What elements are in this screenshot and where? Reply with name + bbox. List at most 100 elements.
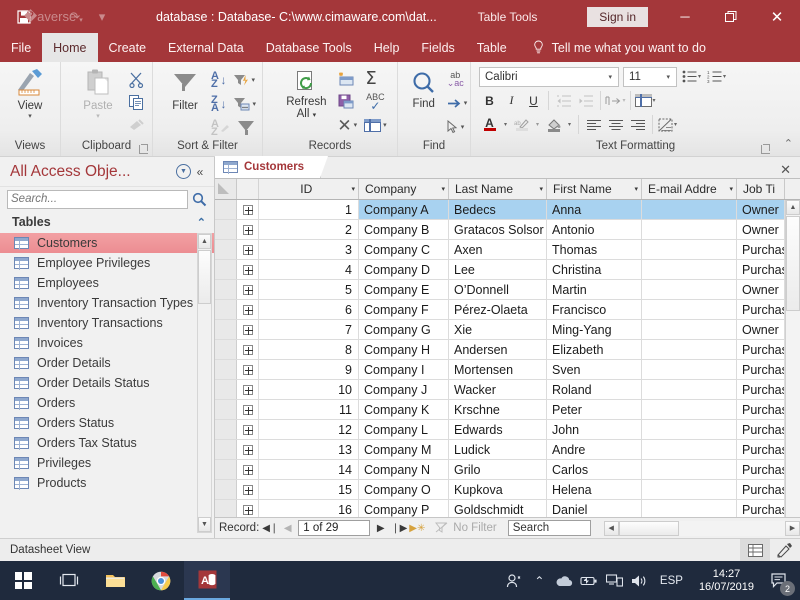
alternate-row-color-button[interactable]: ▾ xyxy=(657,114,678,135)
datasheet-vertical-scrollbar[interactable]: ▲ ▼ xyxy=(785,200,800,538)
tab-help[interactable]: Help xyxy=(363,33,411,62)
save-record-button[interactable] xyxy=(335,91,357,113)
underline-button[interactable]: U xyxy=(523,90,544,111)
cell-id[interactable]: 11 xyxy=(259,400,359,419)
nav-item-orders[interactable]: Orders xyxy=(0,393,214,413)
file-explorer-icon[interactable] xyxy=(92,561,138,600)
cell-email[interactable] xyxy=(642,320,737,339)
clipboard-dialog-launcher[interactable] xyxy=(139,144,148,154)
cell-last[interactable]: Kupkova xyxy=(449,480,547,499)
row-selector[interactable] xyxy=(215,420,237,439)
cell-company[interactable]: Company I xyxy=(359,360,449,379)
sort-descending-button[interactable]: Z A ↓ xyxy=(209,93,228,115)
cell-last[interactable]: Pérez-Olaeta xyxy=(449,300,547,319)
cell-job[interactable]: Purchas xyxy=(737,420,785,439)
cell-last[interactable]: Mortensen xyxy=(449,360,547,379)
row-selector[interactable] xyxy=(215,300,237,319)
expand-subdatasheet-button[interactable] xyxy=(237,420,259,439)
cell-first[interactable]: Antonio xyxy=(547,220,642,239)
undo-icon[interactable]: �averseu xyxy=(24,5,76,29)
cell-id[interactable]: 7 xyxy=(259,320,359,339)
chevron-up-icon[interactable]: ⌃ xyxy=(197,216,206,229)
cell-job[interactable]: Purchas xyxy=(737,300,785,319)
table-row[interactable]: 1 Company A Bedecs Anna Owner xyxy=(215,200,800,220)
cell-email[interactable] xyxy=(642,280,737,299)
table-row[interactable]: 9 Company I Mortensen Sven Purchas xyxy=(215,360,800,380)
previous-record-button[interactable]: ◀ xyxy=(280,523,295,534)
italic-button[interactable]: I xyxy=(501,90,522,111)
font-color-button[interactable]: A xyxy=(479,114,500,135)
column-header-job-ti[interactable]: Job Ti xyxy=(737,179,785,199)
new-record-button-nav[interactable]: ▶✳ xyxy=(409,523,425,534)
cell-company[interactable]: Company A xyxy=(359,200,449,219)
collapse-ribbon-icon[interactable]: ⌃ xyxy=(784,137,793,152)
cell-id[interactable]: 14 xyxy=(259,460,359,479)
cell-first[interactable]: Peter xyxy=(547,400,642,419)
align-right-button[interactable] xyxy=(627,114,648,135)
cell-job[interactable]: Purchas xyxy=(737,440,785,459)
nav-item-products[interactable]: Products xyxy=(0,473,214,493)
cell-job[interactable]: Purchas xyxy=(737,460,785,479)
row-selector[interactable] xyxy=(215,440,237,459)
expand-subdatasheet-button[interactable] xyxy=(237,320,259,339)
cell-id[interactable]: 5 xyxy=(259,280,359,299)
cell-job[interactable]: Purchas xyxy=(737,240,785,259)
select-button[interactable]: ▾ xyxy=(445,116,470,138)
show-hidden-icons-icon[interactable]: ⌃ xyxy=(527,561,552,600)
cell-job[interactable]: Purchas xyxy=(737,260,785,279)
cell-last[interactable]: Edwards xyxy=(449,420,547,439)
cell-id[interactable]: 3 xyxy=(259,240,359,259)
expand-subdatasheet-button[interactable] xyxy=(237,400,259,419)
cell-first[interactable]: John xyxy=(547,420,642,439)
next-record-button[interactable]: ▶ xyxy=(373,523,388,534)
cell-last[interactable]: Gratacos Solsor xyxy=(449,220,547,239)
row-selector[interactable] xyxy=(215,360,237,379)
nav-item-orders-tax-status[interactable]: Orders Tax Status xyxy=(0,433,214,453)
column-header-last-name[interactable]: Last Name ▾ xyxy=(449,179,547,199)
column-filter-caret[interactable]: ▾ xyxy=(630,185,638,193)
cell-company[interactable]: Company G xyxy=(359,320,449,339)
redo-icon[interactable]: ↷ ▾ xyxy=(64,5,88,29)
close-object-button[interactable]: ✕ xyxy=(780,162,800,178)
row-selector[interactable] xyxy=(215,340,237,359)
cell-company[interactable]: Company D xyxy=(359,260,449,279)
cell-email[interactable] xyxy=(642,220,737,239)
table-row[interactable]: 5 Company E O’Donnell Martin Owner xyxy=(215,280,800,300)
tell-me-search[interactable]: Tell me what you want to do xyxy=(518,33,706,62)
cell-id[interactable]: 6 xyxy=(259,300,359,319)
delete-record-button[interactable]: ✕ ▾ xyxy=(335,114,359,136)
tab-create[interactable]: Create xyxy=(98,33,158,62)
expand-subdatasheet-button[interactable] xyxy=(237,240,259,259)
clock[interactable]: 14:27 16/07/2019 xyxy=(691,568,762,594)
chrome-icon[interactable] xyxy=(138,561,184,600)
task-view-icon[interactable] xyxy=(46,561,92,600)
table-row[interactable]: 12 Company L Edwards John Purchas xyxy=(215,420,800,440)
cell-last[interactable]: Wacker xyxy=(449,380,547,399)
cell-last[interactable]: O’Donnell xyxy=(449,280,547,299)
column-filter-caret[interactable]: ▾ xyxy=(725,185,733,193)
cell-company[interactable]: Company E xyxy=(359,280,449,299)
column-header-first-name[interactable]: First Name ▾ xyxy=(547,179,642,199)
nav-group-tables[interactable]: Tables ⌃ xyxy=(0,211,214,233)
cell-job[interactable]: Owner xyxy=(737,280,785,299)
scroll-up-button[interactable]: ▲ xyxy=(786,200,800,215)
table-row[interactable]: 10 Company J Wacker Roland Purchas xyxy=(215,380,800,400)
cell-email[interactable] xyxy=(642,420,737,439)
gridlines-button[interactable]: ▾ xyxy=(635,90,656,111)
cell-company[interactable]: Company J xyxy=(359,380,449,399)
language-indicator[interactable]: ESP xyxy=(652,575,691,587)
view-dropdown-caret[interactable]: ▾ xyxy=(28,113,32,120)
cell-job[interactable]: Purchas xyxy=(737,380,785,399)
first-record-button[interactable]: ◀❘ xyxy=(262,523,278,534)
table-row[interactable]: 15 Company O Kupkova Helena Purchas xyxy=(215,480,800,500)
cell-company[interactable]: Company B xyxy=(359,220,449,239)
row-selector[interactable] xyxy=(215,400,237,419)
sort-ascending-button[interactable]: A Z ↓ xyxy=(209,69,228,91)
cell-company[interactable]: Company K xyxy=(359,400,449,419)
cell-email[interactable] xyxy=(642,260,737,279)
expand-subdatasheet-button[interactable] xyxy=(237,280,259,299)
expand-subdatasheet-button[interactable] xyxy=(237,340,259,359)
cell-email[interactable] xyxy=(642,440,737,459)
datasheet-horizontal-scrollbar[interactable]: ◀ ▶ xyxy=(603,520,800,536)
last-record-button[interactable]: ❘▶ xyxy=(391,523,407,534)
